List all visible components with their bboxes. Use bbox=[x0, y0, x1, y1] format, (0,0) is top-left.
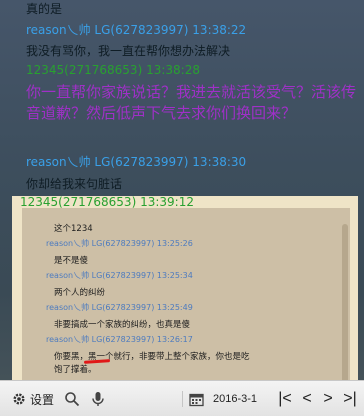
quoted-header: reason乀帅 LG(627823997) 13:25:34 bbox=[46, 271, 193, 280]
message-header: reason乀帅 LG(627823997) 13:38:30 bbox=[26, 155, 247, 169]
date-display[interactable]: 2016-3-1 bbox=[210, 381, 260, 416]
settings-label: 设置 bbox=[29, 392, 54, 407]
quoted-screenshot-message[interactable]: 12345(271768653) 13:39:12 这个1234 reason乀… bbox=[12, 195, 358, 410]
message-header: 12345(271768653) 13:38:28 bbox=[26, 63, 200, 77]
quoted-header: reason乀帅 LG(627823997) 13:25:26 bbox=[46, 239, 193, 248]
red-underline-mark bbox=[83, 359, 111, 364]
message-header: 12345(271768653) 13:39:12 bbox=[20, 195, 194, 209]
quoted-header: reason乀帅 LG(627823997) 13:26:17 bbox=[46, 335, 193, 344]
message-text-highlighted: 你一直帮你家族说话？我进去就活该受气？活该传音道歉？然后低声下气去求你们换回来？ bbox=[26, 83, 357, 122]
toolbar-divider bbox=[182, 391, 183, 407]
last-page-button[interactable]: >| bbox=[340, 381, 360, 416]
next-page-button[interactable]: > bbox=[320, 381, 336, 416]
settings-button[interactable]: 设置 bbox=[6, 381, 60, 416]
quoted-text: 你要黑，黑一个就行，非要带上整个家族，你也是吃 bbox=[54, 352, 250, 362]
message-text: 你却给我来句脏话 bbox=[26, 177, 123, 191]
quoted-text: 饱了撑着。 bbox=[54, 365, 97, 375]
microphone-icon bbox=[91, 391, 105, 407]
chevron-left-icon: < bbox=[302, 390, 312, 407]
quoted-header: reason乀帅 LG(627823997) 13:25:49 bbox=[46, 303, 193, 312]
first-page-icon: |< bbox=[278, 390, 292, 407]
chat-history-window: 真的是 reason乀帅 LG(627823997) 13:38:22 我没有骂… bbox=[0, 0, 364, 416]
calendar-icon bbox=[188, 392, 204, 407]
message-text: 我没有骂你，我一直在帮你想办法解决 bbox=[26, 44, 231, 58]
search-icon bbox=[64, 391, 80, 407]
message-header: reason乀帅 LG(627823997) 13:38:22 bbox=[26, 23, 247, 37]
quoted-text: 这个1234 bbox=[54, 224, 93, 234]
gear-icon bbox=[12, 392, 26, 406]
first-page-button[interactable]: |< bbox=[276, 381, 294, 416]
quoted-text: 两个人的纠纷 bbox=[54, 288, 106, 298]
quoted-text: 非要搞成一个家族的纠纷，也真是傻 bbox=[54, 320, 191, 330]
bottom-toolbar: 设置 2016-3-1 |< < > >| bbox=[0, 380, 364, 416]
calendar-button[interactable] bbox=[186, 381, 206, 416]
message-list[interactable]: 真的是 reason乀帅 LG(627823997) 13:38:22 我没有骂… bbox=[0, 0, 364, 410]
chevron-right-icon: > bbox=[323, 390, 333, 407]
search-button[interactable] bbox=[62, 381, 82, 416]
quoted-text: 是不是傻 bbox=[54, 256, 89, 266]
voice-button[interactable] bbox=[88, 381, 108, 416]
last-page-icon: >| bbox=[343, 390, 357, 407]
previous-page-button[interactable]: < bbox=[299, 381, 315, 416]
message-text: 真的是 bbox=[26, 2, 63, 16]
scrollbar[interactable] bbox=[342, 224, 348, 384]
